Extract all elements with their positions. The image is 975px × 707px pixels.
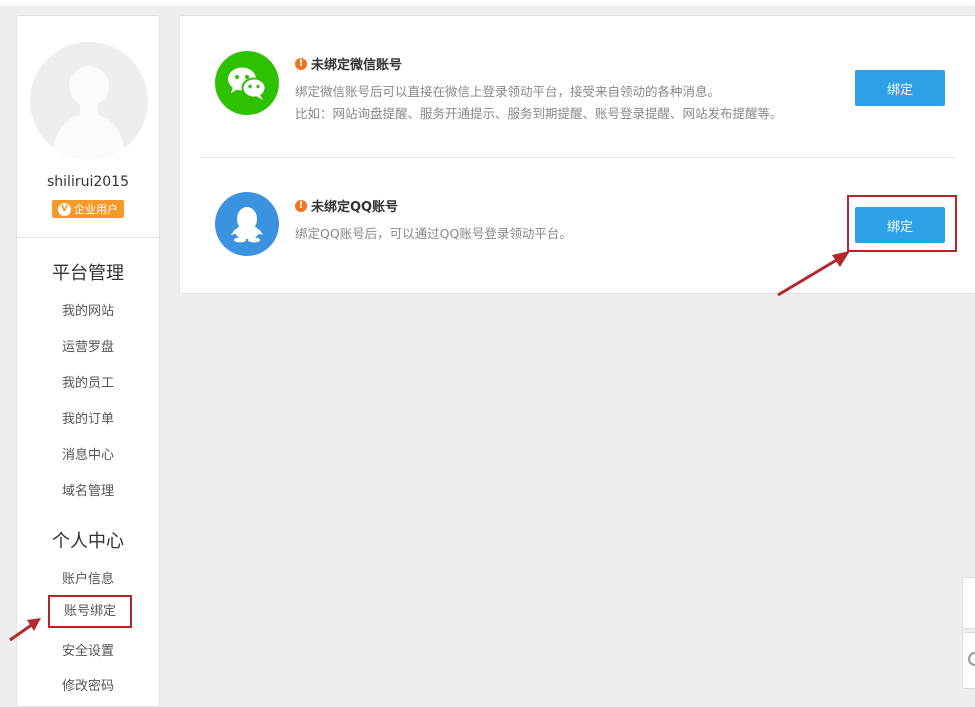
wechat-desc-line2: 比如：网站询盘提醒、服务开通提示、服务到期提醒、账号登录提醒、网站发布提醒等。	[295, 106, 783, 121]
sidebar-item-my-orders[interactable]: 我的订单	[17, 408, 159, 427]
warning-icon: !	[295, 57, 307, 70]
sidebar-divider	[17, 237, 159, 238]
default-avatar-icon	[52, 66, 126, 160]
qq-title-text: 未绑定QQ账号	[311, 200, 399, 215]
sidebar-item-domains[interactable]: 域名管理	[17, 480, 159, 499]
sidebar: shilirui2015 V 企业用户 平台管理 我的网站 运营罗盘 我的员工 …	[16, 15, 160, 707]
bind-wechat-button[interactable]: 绑定	[855, 70, 945, 106]
floating-toolbar-tab[interactable]	[962, 577, 975, 629]
wechat-desc-line1: 绑定微信账号后可以直接在微信上登录领动平台，接受来自领动的各种消息。	[295, 84, 721, 99]
sidebar-item-account-info[interactable]: 账户信息	[17, 568, 159, 587]
annotation-arrow-icon	[9, 618, 41, 642]
service-icon	[968, 652, 975, 666]
annotation-arrow-icon	[777, 251, 850, 297]
section-title-platform: 平台管理	[52, 263, 124, 284]
wechat-status-title: ! 未绑定微信账号	[295, 54, 402, 73]
sidebar-item-ops-compass[interactable]: 运营罗盘	[17, 336, 159, 355]
sidebar-item-messages[interactable]: 消息中心	[17, 444, 159, 463]
row-divider	[200, 157, 955, 158]
section-title-personal: 个人中心	[52, 531, 124, 552]
qq-status-title: ! 未绑定QQ账号	[295, 196, 398, 215]
sidebar-item-my-staff[interactable]: 我的员工	[17, 372, 159, 391]
bind-qq-button[interactable]: 绑定	[855, 207, 945, 243]
wechat-icon	[215, 51, 279, 115]
sidebar-item-my-sites[interactable]: 我的网站	[17, 300, 159, 319]
qq-icon	[215, 192, 279, 256]
v-icon: V	[58, 202, 71, 216]
username: shilirui2015	[47, 174, 129, 190]
warning-icon: !	[295, 199, 307, 212]
sidebar-item-account-binding[interactable]: 账号绑定	[48, 595, 132, 628]
sidebar-item-change-password[interactable]: 修改密码	[17, 675, 159, 694]
wechat-title-text: 未绑定微信账号	[311, 58, 403, 73]
avatar[interactable]	[30, 42, 148, 160]
badge-label: 企业用户	[74, 203, 118, 216]
enterprise-badge: V 企业用户	[52, 200, 124, 218]
floating-service-tab[interactable]	[962, 632, 975, 689]
top-strip	[0, 0, 975, 6]
qq-desc-line1: 绑定QQ账号后，可以通过QQ账号登录领动平台。	[295, 226, 572, 241]
